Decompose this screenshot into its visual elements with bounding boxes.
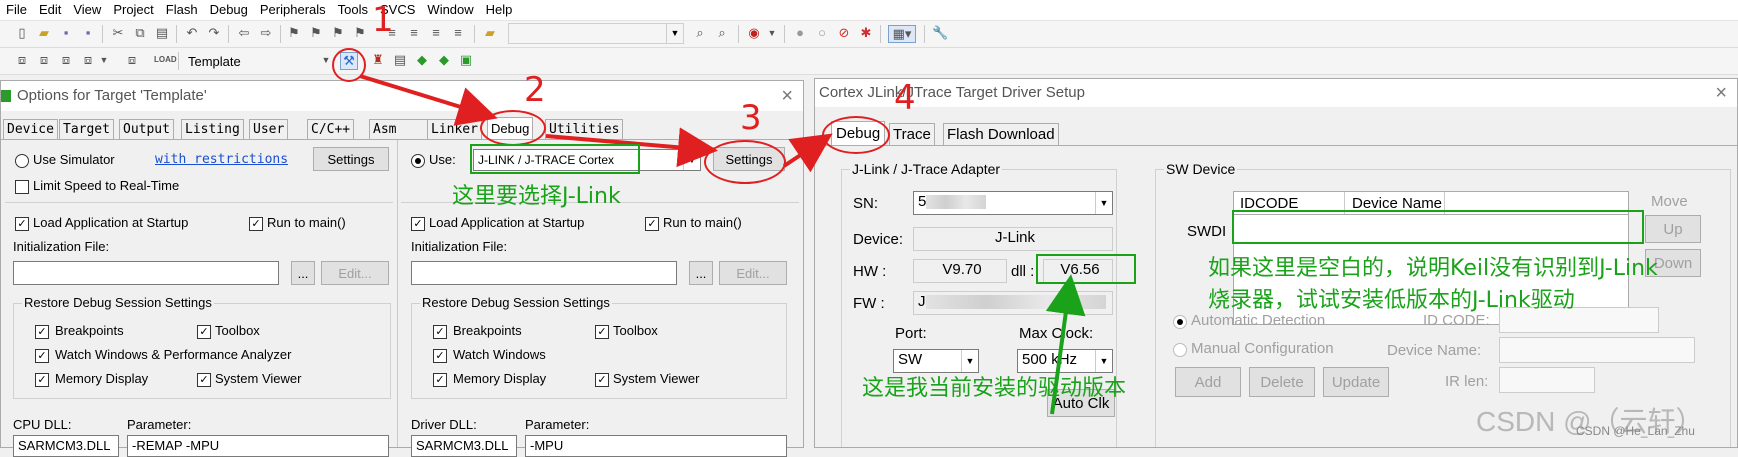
watermark-small: CSDN @He_Lan_Zhu	[1576, 424, 1695, 438]
highlight-driver-select	[470, 144, 640, 174]
step-2-label: 2	[524, 70, 546, 110]
select-jlink-note: 这里要选择J-Link	[452, 184, 621, 209]
arrow-settings-to-driver-dialog	[782, 133, 833, 173]
empty-list-note-line1: 如果这里是空白的，说明Keil没有识别到J-Link	[1208, 256, 1658, 281]
highlight-debug-tab	[480, 110, 546, 146]
arrow-step1-to-debug-tab	[359, 74, 498, 126]
highlight-options-icon	[332, 48, 366, 82]
highlight-swdi-list	[1232, 210, 1644, 244]
empty-list-note-line2: 烧录器，试试安装低版本的J-Link驱动	[1208, 288, 1575, 313]
driver-version-note: 这是我当前安装的驱动版本	[862, 376, 1127, 401]
step-3-label: 3	[740, 98, 762, 138]
step-1-label: 1	[372, 0, 394, 40]
step-4-label: 4	[894, 78, 916, 118]
highlight-settings-button	[704, 140, 786, 184]
highlight-dll-version	[1036, 254, 1136, 284]
highlight-driver-debug-tab	[822, 116, 890, 154]
